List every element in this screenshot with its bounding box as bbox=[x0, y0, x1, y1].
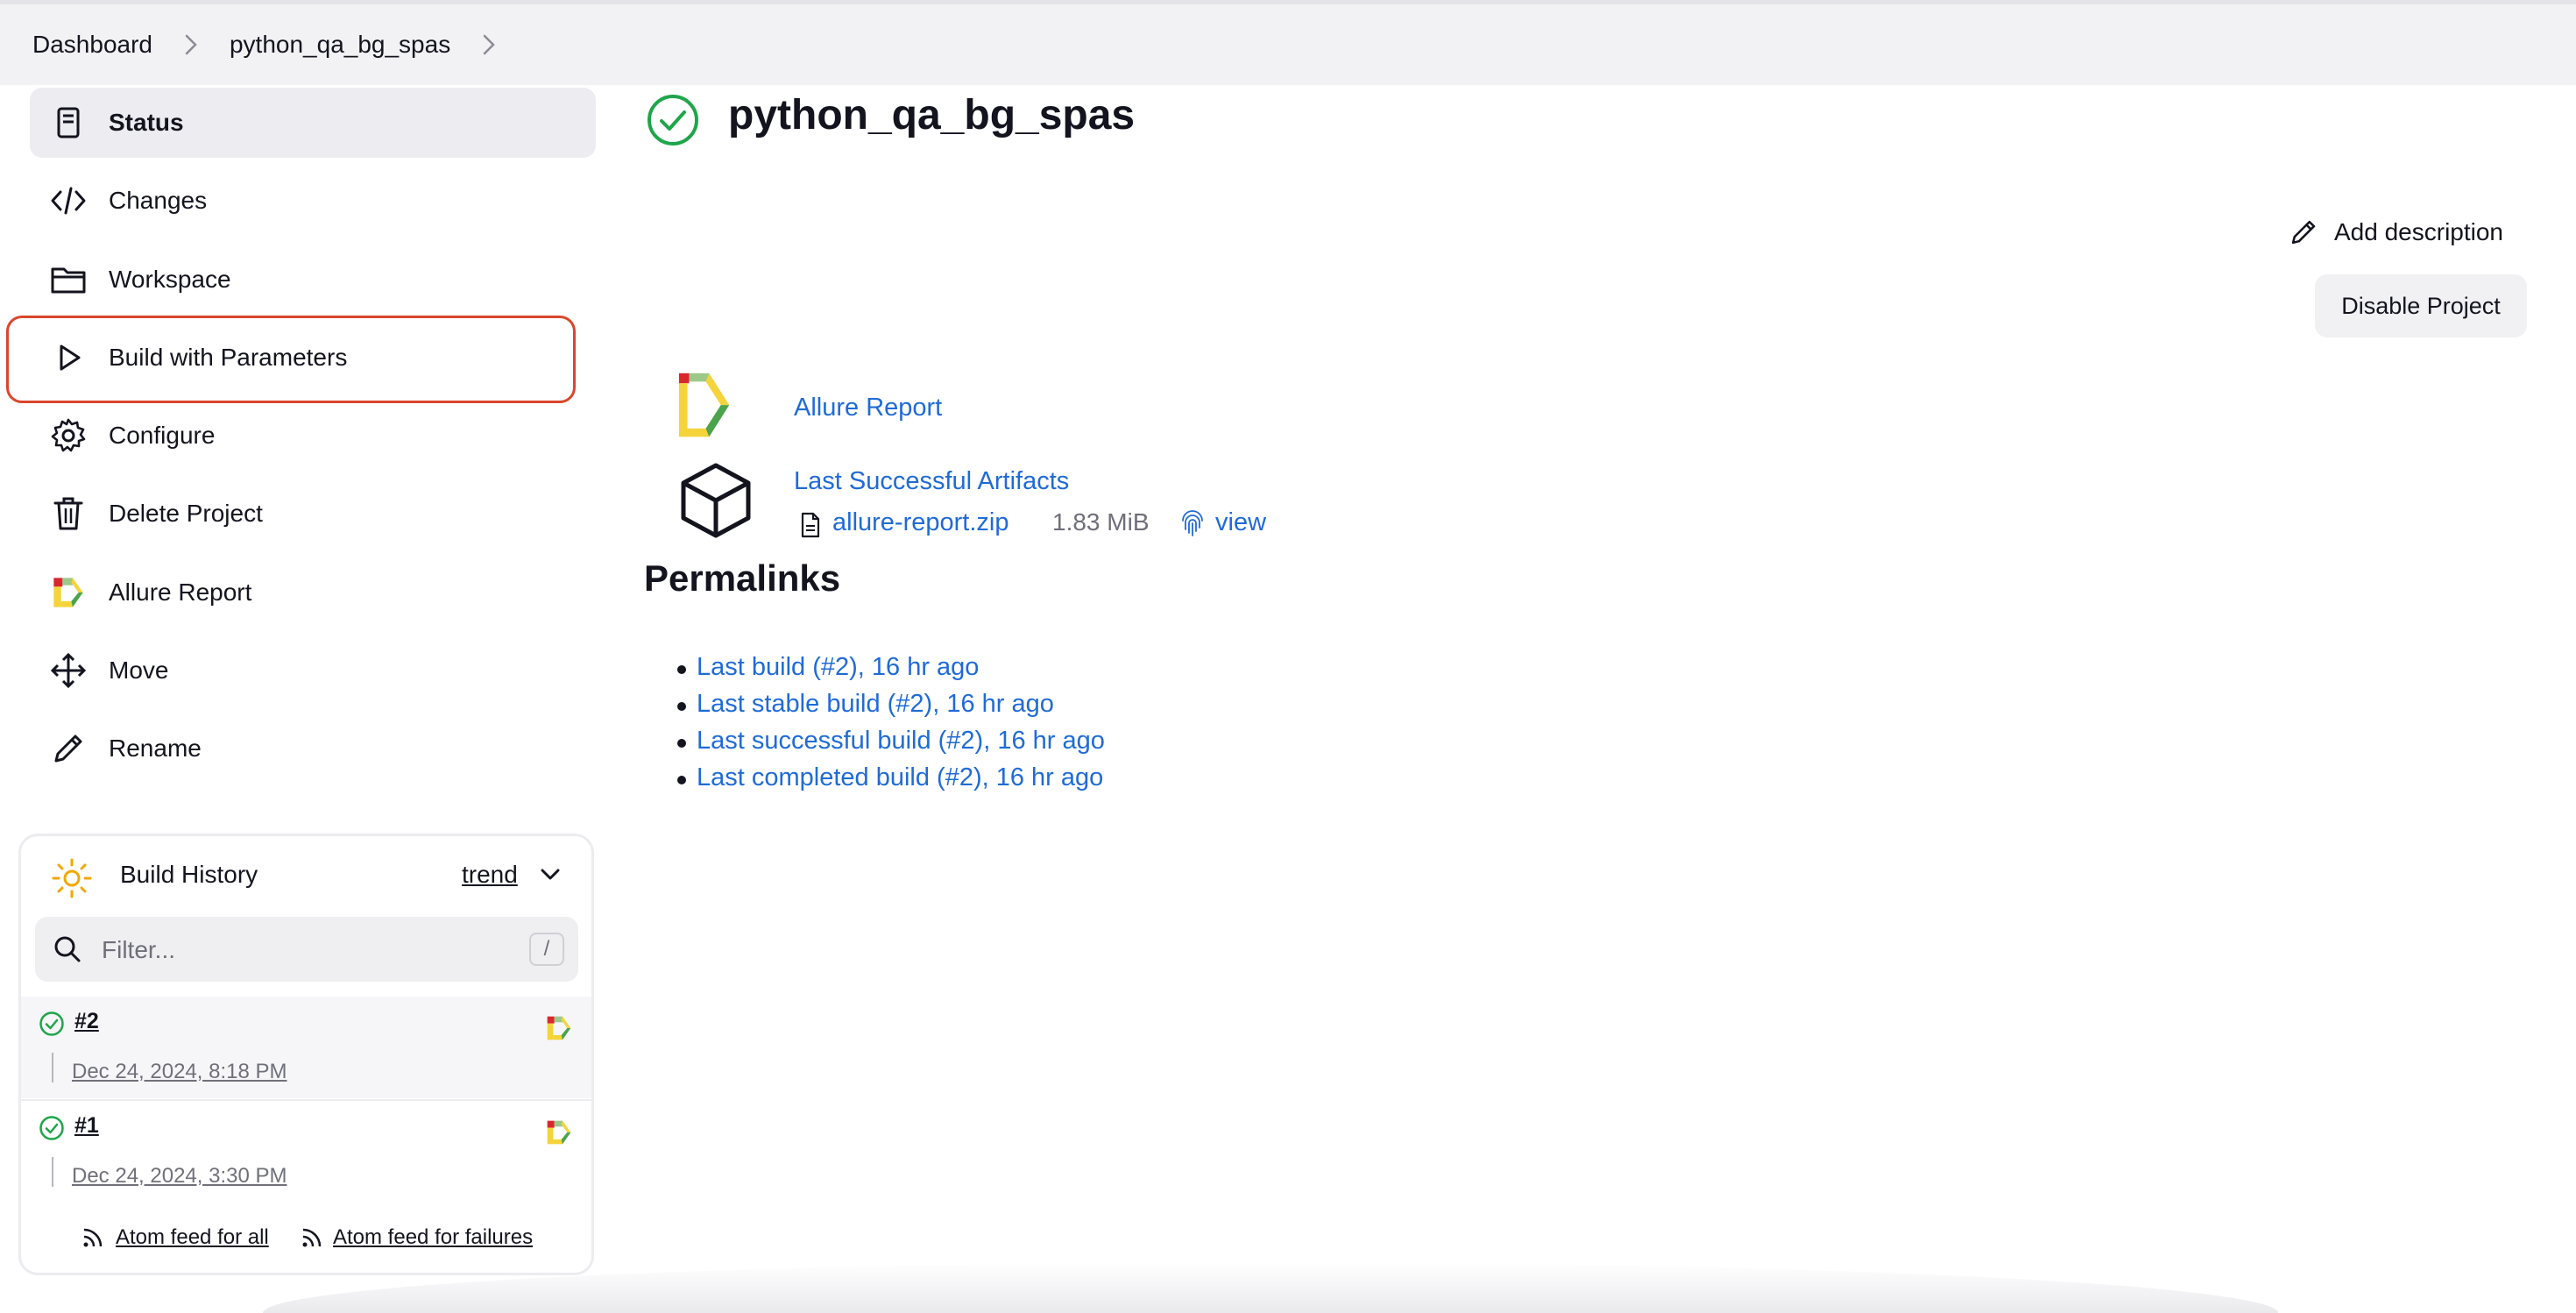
build-number-link[interactable]: #2 bbox=[74, 1009, 99, 1034]
success-check-icon bbox=[39, 1011, 65, 1041]
sidebar-item-delete-project[interactable]: Delete Project bbox=[30, 479, 596, 549]
allure-report-link[interactable]: Allure Report bbox=[794, 394, 942, 422]
chevron-right-icon[interactable] bbox=[482, 33, 496, 56]
gear-icon bbox=[49, 416, 88, 455]
build-history-panel: Build History trend / #2 Dec 24, 2024, 8… bbox=[18, 834, 594, 1275]
build-row[interactable]: #2 Dec 24, 2024, 8:18 PM bbox=[21, 997, 591, 1098]
sidebar-item-label: Delete Project bbox=[109, 500, 263, 527]
disable-project-button[interactable]: Disable Project bbox=[2315, 274, 2527, 337]
success-check-icon bbox=[39, 1115, 65, 1146]
add-description-label: Add description bbox=[2334, 218, 2504, 245]
build-date-link[interactable]: Dec 24, 2024, 3:30 PM bbox=[72, 1164, 287, 1189]
permalinks-list: Last build (#2), 16 hr ago Last stable b… bbox=[677, 653, 1105, 800]
allure-logo-icon[interactable] bbox=[675, 370, 757, 448]
build-number-link[interactable]: #1 bbox=[74, 1113, 99, 1139]
atom-feed-all-link[interactable]: Atom feed for all bbox=[116, 1225, 269, 1250]
sidebar-item-status[interactable]: Status bbox=[30, 88, 596, 158]
last-successful-artifacts-link[interactable]: Last Successful Artifacts bbox=[794, 467, 1069, 496]
trash-icon bbox=[49, 494, 88, 533]
sidebar-item-label: Status bbox=[109, 109, 184, 136]
permalink-item[interactable]: Last stable build (#2), 16 hr ago bbox=[677, 690, 1105, 727]
chevron-right-icon bbox=[184, 33, 198, 56]
sidebar-item-label: Move bbox=[109, 656, 169, 684]
pencil-icon bbox=[2289, 217, 2318, 247]
rss-icon bbox=[81, 1225, 105, 1256]
artifact-view-link[interactable]: view bbox=[1215, 508, 1266, 537]
breadcrumb-project[interactable]: python_qa_bg_spas bbox=[230, 31, 450, 59]
atom-feeds: Atom feed for all Atom feed for failures bbox=[21, 1224, 591, 1259]
folder-icon bbox=[49, 260, 88, 299]
permalink-item[interactable]: Last completed build (#2), 16 hr ago bbox=[677, 763, 1105, 800]
search-icon bbox=[53, 934, 82, 969]
sidebar-item-workspace[interactable]: Workspace bbox=[30, 245, 596, 315]
permalink-item[interactable]: Last build (#2), 16 hr ago bbox=[677, 653, 1105, 690]
sidebar-item-label: Changes bbox=[109, 187, 208, 214]
allure-logo-icon[interactable] bbox=[545, 1118, 573, 1151]
build-date-link[interactable]: Dec 24, 2024, 8:18 PM bbox=[72, 1060, 287, 1084]
build-history-title: Build History bbox=[120, 861, 258, 888]
sidebar-item-label: Workspace bbox=[109, 266, 231, 293]
allure-logo-icon[interactable] bbox=[545, 1014, 573, 1047]
keyboard-shortcut-hint: / bbox=[529, 933, 564, 966]
timeline-line bbox=[52, 1053, 53, 1082]
build-filter-input[interactable] bbox=[100, 917, 506, 983]
timeline-line bbox=[52, 1157, 53, 1187]
rss-icon bbox=[300, 1225, 324, 1256]
breadcrumb: Dashboard python_qa_bg_spas bbox=[0, 4, 2576, 85]
success-status-icon bbox=[646, 93, 700, 152]
sidebar-item-changes[interactable]: Changes bbox=[30, 166, 596, 236]
permalink-item[interactable]: Last successful build (#2), 16 hr ago bbox=[677, 727, 1105, 763]
permalinks-heading: Permalinks bbox=[644, 557, 841, 599]
atom-feed-failures-link[interactable]: Atom feed for failures bbox=[333, 1225, 533, 1250]
sidebar-item-configure[interactable]: Configure bbox=[30, 401, 596, 471]
document-icon bbox=[49, 103, 88, 142]
page-title: python_qa_bg_spas bbox=[728, 92, 1136, 138]
pencil-icon bbox=[49, 729, 88, 768]
fingerprint-icon[interactable] bbox=[1179, 510, 1206, 543]
artifact-file-size: 1.83 MiB bbox=[1052, 508, 1150, 536]
file-icon bbox=[800, 512, 821, 543]
sidebar-item-move[interactable]: Move bbox=[30, 635, 596, 706]
sidebar-item-label: Rename bbox=[109, 735, 202, 762]
add-description-button[interactable]: Add description bbox=[2289, 217, 2503, 247]
sidebar-item-label: Allure Report bbox=[109, 578, 252, 606]
package-box-icon bbox=[678, 461, 754, 544]
breadcrumb-dashboard[interactable]: Dashboard bbox=[32, 31, 152, 59]
build-row[interactable]: #1 Dec 24, 2024, 3:30 PM bbox=[21, 1099, 591, 1201]
highlight-annotation bbox=[6, 316, 576, 403]
sun-icon bbox=[51, 857, 93, 904]
build-filter-box: / bbox=[35, 917, 578, 983]
trend-link[interactable]: trend bbox=[462, 861, 518, 889]
code-icon bbox=[49, 181, 88, 220]
allure-logo-icon bbox=[49, 573, 88, 612]
chevron-down-icon[interactable] bbox=[540, 868, 561, 886]
move-arrows-icon bbox=[49, 651, 88, 690]
artifact-file-link[interactable]: allure-report.zip bbox=[832, 508, 1008, 537]
sidebar-item-label: Configure bbox=[109, 422, 216, 449]
sidebar-item-rename[interactable]: Rename bbox=[30, 713, 596, 784]
sidebar-item-allure-report[interactable]: Allure Report bbox=[30, 557, 596, 628]
